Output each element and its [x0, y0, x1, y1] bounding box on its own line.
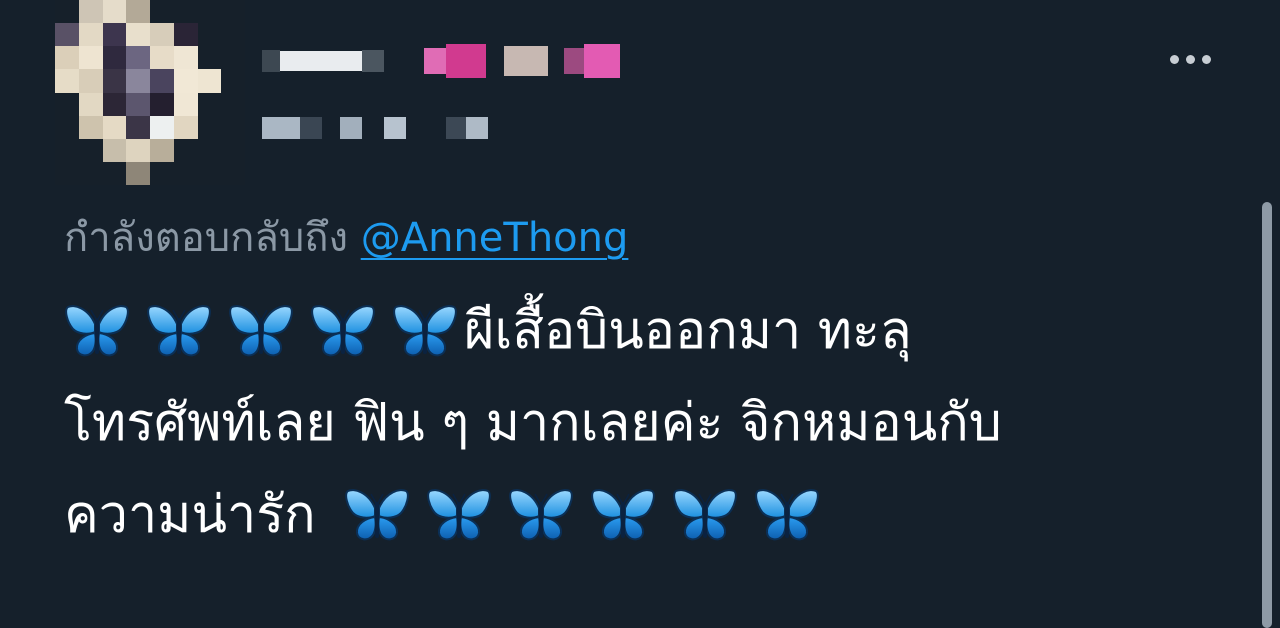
- more-dot: [1201, 54, 1211, 64]
- user-handle[interactable]: [262, 116, 488, 140]
- butterfly-emoji-group: [344, 486, 820, 544]
- butterfly-emoji: [508, 486, 574, 544]
- replying-to: กำลังตอบกลับถึง @AnneThong: [64, 205, 628, 269]
- butterfly-emoji: [754, 486, 820, 544]
- tweet-text-line-3: ความน่ารัก: [64, 485, 316, 545]
- butterfly-emoji: [672, 486, 738, 544]
- tweet-text: ผีเสื้อบินออกมา ทะลุ โทรศัพท์เลย ฟิน ๆ ม…: [64, 285, 1234, 561]
- tweet: กำลังตอบกลับถึง @AnneThong ผีเสื้อบินออก…: [0, 0, 1280, 628]
- tweet-line-1: ผีเสื้อบินออกมา ทะลุ: [64, 285, 1234, 377]
- butterfly-emoji: [310, 302, 376, 360]
- butterfly-emoji: [146, 302, 212, 360]
- tweet-text-line-2: โทรศัพท์เลย ฟิน ๆ มากเลยค่ะ จิกหมอนกับ: [64, 393, 1002, 453]
- butterfly-emoji: [590, 486, 656, 544]
- reply-prefix: กำลังตอบกลับถึง: [64, 215, 348, 261]
- more-dot: [1169, 54, 1179, 64]
- tweet-line-2: โทรศัพท์เลย ฟิน ๆ มากเลยค่ะ จิกหมอนกับ: [64, 377, 1234, 469]
- more-dot: [1185, 54, 1195, 64]
- butterfly-emoji: [344, 486, 410, 544]
- butterfly-emoji: [228, 302, 294, 360]
- butterfly-emoji-group: [64, 302, 458, 360]
- butterfly-emoji: [426, 486, 492, 544]
- more-options-icon[interactable]: [1160, 44, 1220, 74]
- avatar[interactable]: [55, 0, 245, 185]
- butterfly-emoji: [392, 302, 458, 360]
- scrollbar[interactable]: [1262, 202, 1272, 628]
- tweet-line-3: ความน่ารัก: [64, 469, 1234, 561]
- tweet-text-line-1: ผีเสื้อบินออกมา ทะลุ: [464, 301, 912, 361]
- display-name[interactable]: [262, 36, 620, 86]
- butterfly-emoji: [64, 302, 130, 360]
- reply-handle-link[interactable]: @AnneThong: [361, 215, 629, 261]
